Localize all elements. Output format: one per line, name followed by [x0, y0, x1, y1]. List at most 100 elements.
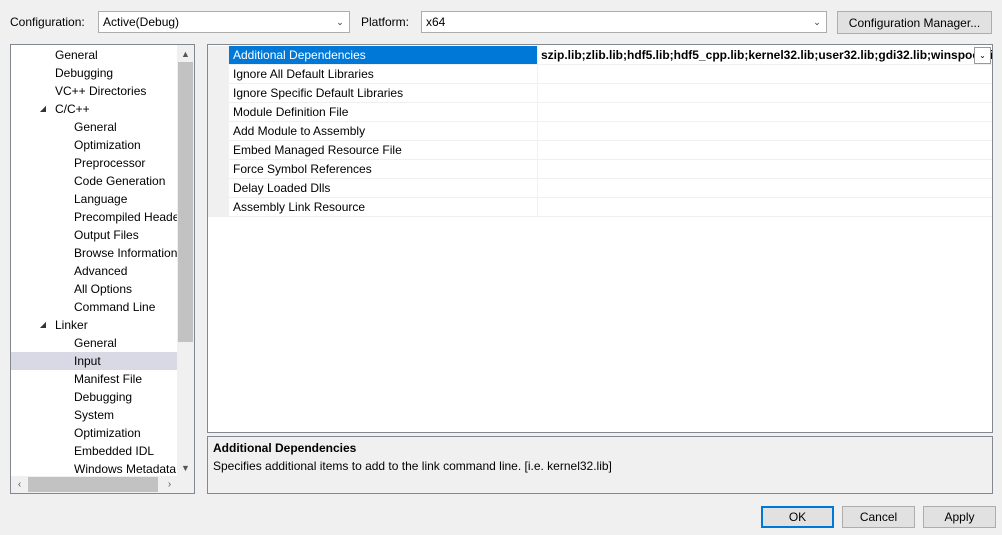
property-row[interactable]: Ignore All Default Libraries — [208, 65, 992, 84]
tree-item[interactable]: Command Line — [11, 298, 178, 316]
tree-item-label: VC++ Directories — [55, 84, 147, 98]
tree-item[interactable]: Code Generation — [11, 172, 178, 190]
tree-item-label: Browse Information — [74, 246, 178, 260]
tree-item[interactable]: Advanced — [11, 262, 178, 280]
property-value[interactable] — [538, 65, 992, 84]
tree-item[interactable]: Browse Information — [11, 244, 178, 262]
configuration-dropdown[interactable]: Active(Debug) ⌄ — [98, 11, 350, 33]
configuration-label: Configuration: — [10, 15, 85, 29]
tree-item-label: Command Line — [74, 300, 156, 314]
property-row[interactable]: Delay Loaded Dlls — [208, 179, 992, 198]
apply-button[interactable]: Apply — [923, 506, 996, 528]
property-row[interactable]: Module Definition File — [208, 103, 992, 122]
tree-item-label: Optimization — [74, 426, 141, 440]
cancel-button[interactable]: Cancel — [842, 506, 915, 528]
property-grid[interactable]: Additional Dependencies szip.lib;zlib.lib… — [207, 44, 993, 433]
tree-item[interactable]: Precompiled Headers — [11, 208, 178, 226]
property-row[interactable]: Assembly Link Resource — [208, 198, 992, 217]
tree-item-label: General — [74, 336, 117, 350]
row-gutter — [208, 179, 229, 198]
platform-dropdown[interactable]: x64 ⌄ — [421, 11, 827, 33]
tree-item-label: Debugging — [55, 66, 114, 80]
tree-item[interactable]: General — [11, 334, 178, 352]
tree-item[interactable]: Debugging — [11, 388, 178, 406]
tree-item[interactable]: Input — [11, 352, 178, 370]
configuration-manager-button[interactable]: Configuration Manager... — [837, 11, 992, 34]
tree-item[interactable]: All Options — [11, 280, 178, 298]
tree-item[interactable]: Optimization — [11, 424, 178, 442]
tree-item-label: All Options — [74, 282, 133, 296]
tree-item[interactable]: Manifest File — [11, 370, 178, 388]
scrollbar-thumb[interactable] — [178, 62, 193, 342]
tree-item[interactable]: Language — [11, 190, 178, 208]
tree-item[interactable]: ◢ C/C++ — [11, 100, 178, 118]
property-value[interactable] — [538, 103, 992, 122]
row-gutter — [208, 46, 229, 65]
property-value[interactable] — [538, 122, 992, 141]
row-gutter — [208, 198, 229, 217]
expand-triangle-icon[interactable]: ◢ — [38, 100, 48, 118]
tree-horizontal-scrollbar[interactable]: ‹ › — [11, 476, 178, 493]
property-name[interactable]: Force Symbol References — [229, 160, 538, 179]
tree-item-label: Preprocessor — [74, 156, 146, 170]
scrollbar-thumb[interactable] — [28, 477, 158, 492]
property-name[interactable]: Delay Loaded Dlls — [229, 179, 538, 198]
property-value[interactable] — [538, 198, 992, 217]
property-name[interactable]: Embed Managed Resource File — [229, 141, 538, 160]
tree-item[interactable]: Optimization — [11, 136, 178, 154]
property-tree[interactable]: General Debugging VC++ Directories ◢ C/C++ Ge… — [10, 44, 195, 494]
property-value[interactable] — [538, 179, 992, 198]
tree-item-label: Advanced — [74, 264, 128, 278]
tree-item[interactable]: ◢ Linker — [11, 316, 178, 334]
tree-item[interactable]: Embedded IDL — [11, 442, 178, 460]
property-row[interactable]: Ignore Specific Default Libraries — [208, 84, 992, 103]
property-name[interactable]: Module Definition File — [229, 103, 538, 122]
tree-item[interactable]: VC++ Directories — [11, 82, 178, 100]
property-name[interactable]: Additional Dependencies — [229, 46, 538, 65]
description-text: Specifies additional items to add to the… — [213, 459, 612, 473]
ok-button[interactable]: OK — [761, 506, 834, 528]
property-value[interactable] — [538, 141, 992, 160]
tree-item-label: Linker — [55, 318, 88, 332]
tree-item[interactable]: Windows Metadata — [11, 460, 178, 476]
scroll-down-icon[interactable]: ▼ — [177, 459, 194, 476]
tree-item-label: C/C++ — [55, 102, 90, 116]
property-name[interactable]: Ignore Specific Default Libraries — [229, 84, 538, 103]
chevron-down-icon[interactable]: ⌄ — [974, 47, 991, 64]
tree-item-label: Manifest File — [74, 372, 143, 386]
tree-item-label: Language — [74, 192, 128, 206]
configuration-value: Active(Debug) — [103, 15, 180, 29]
tree-item-label: General — [74, 120, 117, 134]
tree-item-label: Input — [74, 354, 101, 368]
property-row[interactable]: Additional Dependencies szip.lib;zlib.lib… — [208, 46, 992, 65]
scrollbar-corner — [177, 476, 194, 493]
description-panel: Additional Dependencies Specifies additi… — [207, 436, 993, 494]
expand-triangle-icon[interactable]: ◢ — [38, 316, 48, 334]
property-value[interactable]: szip.lib;zlib.lib;hdf5.lib;hdf5_cpp.lib;… — [538, 46, 992, 65]
tree-vertical-scrollbar[interactable]: ▲ ▼ — [177, 45, 194, 476]
tree-item[interactable]: Output Files — [11, 226, 178, 244]
property-name[interactable]: Ignore All Default Libraries — [229, 65, 538, 84]
property-value[interactable] — [538, 160, 992, 179]
property-row[interactable]: Force Symbol References — [208, 160, 992, 179]
property-value[interactable] — [538, 84, 992, 103]
scroll-left-icon[interactable]: ‹ — [11, 476, 28, 493]
property-name[interactable]: Add Module to Assembly — [229, 122, 538, 141]
scroll-right-icon[interactable]: › — [161, 476, 178, 493]
property-name[interactable]: Assembly Link Resource — [229, 198, 538, 217]
property-row[interactable]: Add Module to Assembly — [208, 122, 992, 141]
tree-item[interactable]: General — [11, 118, 178, 136]
platform-value: x64 — [426, 15, 446, 29]
tree-item-label: Code Generation — [74, 174, 166, 188]
tree-item-label: Embedded IDL — [74, 444, 155, 458]
scroll-up-icon[interactable]: ▲ — [177, 45, 194, 62]
tree-item[interactable]: Preprocessor — [11, 154, 178, 172]
description-title: Additional Dependencies — [213, 441, 357, 455]
chevron-down-icon: ⌄ — [813, 16, 821, 27]
tree-item[interactable]: General — [11, 46, 178, 64]
row-gutter — [208, 160, 229, 179]
tree-item-label: General — [55, 48, 98, 62]
property-row[interactable]: Embed Managed Resource File — [208, 141, 992, 160]
tree-item[interactable]: Debugging — [11, 64, 178, 82]
tree-item[interactable]: System — [11, 406, 178, 424]
